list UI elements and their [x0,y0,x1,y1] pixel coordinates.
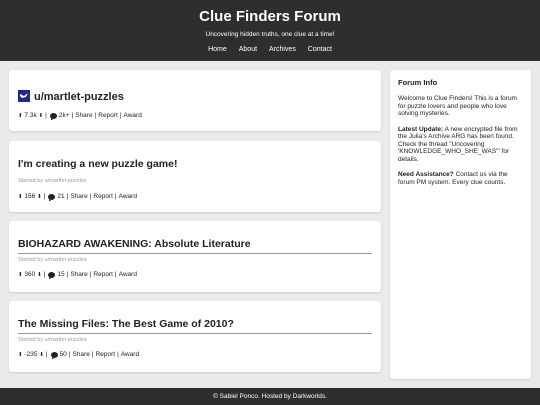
latest-update: Latest Update: A new encrypted file from… [398,126,523,164]
report-link[interactable]: Report [93,271,113,279]
downvote-icon[interactable]: ⬇ [39,112,44,120]
post-title[interactable]: I'm creating a new puzzle game! [18,158,177,170]
report-link[interactable]: Report [98,112,118,120]
report-link[interactable]: Report [93,193,113,201]
update-label: Latest Update: [398,125,444,133]
forum-info-sidebar: Forum Info Welcome to Clue Finders! This… [390,70,531,379]
comment-icon [50,352,58,359]
share-link[interactable]: Share [70,193,87,201]
post-card: BIOHAZARD AWAKENING: Absolute Literature… [9,221,381,292]
post-actions: ⬆ 156 ⬇ | 21 | Share | Report | Award [18,193,137,201]
vote-count: 7.3k [24,112,37,119]
nav-about[interactable]: About [239,46,257,53]
separator: | [114,193,117,200]
user-profile-card: u/martlet-puzzles ⬆ 7.3k ⬇ | 2k+ | Share… [9,70,381,131]
comment-count[interactable]: 21 [57,193,64,201]
upvote-icon[interactable]: ⬆ [18,271,23,279]
post-meta: Started by u/martlet-puzzles [18,337,87,343]
separator: | [91,351,94,358]
separator: | [43,193,46,200]
post-actions: ⬆ 360 ⬇ | 15 | Share | Report | Award [18,271,137,279]
comment-count[interactable]: 50 [60,351,67,359]
nav-archives[interactable]: Archives [269,46,296,53]
comment-count[interactable]: 2k+ [59,112,70,120]
main-nav: Home About Archives Contact [0,45,540,54]
award-link[interactable]: Award [121,351,139,359]
divider [18,253,372,254]
comment-icon [49,113,57,120]
downvote-icon[interactable]: ⬇ [37,271,42,279]
separator: | [66,271,69,278]
award-link[interactable]: Award [119,271,137,279]
separator: | [45,112,47,119]
bird-logo-icon [20,92,28,98]
post-title[interactable]: BIOHAZARD AWAKENING: Absolute Literature [18,238,251,250]
footer-text: © Sabiel Ponco. Hosted by Darkworlds. [213,393,327,400]
separator: | [114,271,117,278]
nav-home[interactable]: Home [208,46,227,53]
vote-count: 360 [24,271,36,278]
downvote-icon[interactable]: ⬇ [37,193,42,201]
username[interactable]: u/martlet-puzzles [34,91,124,103]
site-footer: © Sabiel Ponco. Hosted by Darkworlds. [0,388,540,405]
site-tagline: Uncovering hidden truths, one clue at a … [205,31,335,38]
separator: | [119,112,122,119]
separator: | [43,271,46,278]
post-card: I'm creating a new puzzle game! Started … [9,141,381,212]
post-actions: ⬆ -235 ⬇ | 50 | Share | Report | Award [18,351,139,359]
award-link[interactable]: Award [124,112,142,120]
welcome-text: Welcome to Clue Finders! This is a forum… [398,95,517,117]
separator: | [89,271,92,278]
separator: | [66,193,69,200]
comment-count[interactable]: 15 [57,271,64,279]
upvote-icon[interactable]: ⬆ [18,112,23,120]
separator: | [68,351,71,358]
post-card: The Missing Files: The Best Game of 2010… [9,301,381,372]
post-meta: Started by u/martlet-puzzles [18,178,87,184]
share-link[interactable]: Share [75,112,92,120]
separator: | [89,193,92,200]
share-link[interactable]: Share [70,271,87,279]
report-link[interactable]: Report [96,351,116,359]
share-link[interactable]: Share [73,351,90,359]
upvote-icon[interactable]: ⬆ [18,193,23,201]
separator: | [94,112,97,119]
downvote-icon[interactable]: ⬇ [39,351,44,359]
separator: | [45,351,48,358]
separator: | [117,351,119,358]
comment-icon [48,272,56,279]
sidebar-title: Forum Info [398,78,438,87]
site-header: Clue Finders Forum Uncovering hidden tru… [0,0,540,61]
comment-icon [48,194,56,201]
post-meta: Started by u/martlet-puzzles [18,257,87,263]
need-assistance: Need Assistance? Contact us via the foru… [398,171,523,186]
vote-count: -235 [24,351,38,358]
user-header: u/martlet-puzzles [18,88,124,103]
upvote-icon[interactable]: ⬆ [18,351,23,359]
vote-count: 156 [24,193,36,200]
divider [18,333,372,334]
nav-contact[interactable]: Contact [308,46,332,53]
help-label: Need Assistance? [398,171,454,178]
separator: | [71,112,74,119]
award-link[interactable]: Award [119,193,137,201]
avatar[interactable] [18,89,30,102]
site-title: Clue Finders Forum [199,8,341,25]
post-title[interactable]: The Missing Files: The Best Game of 2010… [18,318,234,330]
user-actions: ⬆ 7.3k ⬇ | 2k+ | Share | Report | Award [18,112,142,120]
